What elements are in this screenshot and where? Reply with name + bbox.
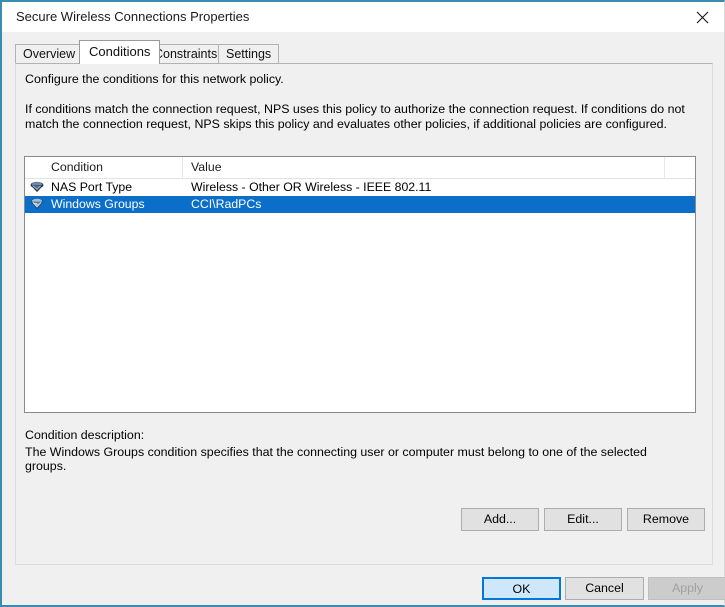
apply-button: Apply (648, 577, 725, 600)
intro-spacer (25, 87, 685, 102)
add-button[interactable]: Add... (461, 508, 539, 531)
remove-button[interactable]: Remove (627, 508, 705, 531)
window-title: Secure Wireless Connections Properties (16, 9, 250, 24)
column-header-condition[interactable]: Condition (43, 157, 183, 178)
nas-port-type-icon (29, 180, 45, 195)
properties-dialog: Secure Wireless Connections Properties O… (0, 0, 725, 607)
cell-condition: NAS Port Type (51, 180, 133, 194)
tab-strip: Overview Conditions Constraints Settings (15, 40, 715, 64)
edit-button[interactable]: Edit... (544, 508, 622, 531)
cell-condition: Windows Groups (51, 197, 145, 211)
cell-value: CCI\RadPCs (191, 197, 262, 211)
intro-text-block: Configure the conditions for this networ… (25, 72, 685, 132)
table-row[interactable]: NAS Port Type Wireless - Other OR Wirele… (25, 179, 695, 196)
column-header-filler (665, 157, 695, 178)
condition-description-label: Condition description: (25, 428, 145, 442)
condition-description-text: The Windows Groups condition specifies t… (25, 445, 647, 473)
intro-line-2: If conditions match the connection reque… (25, 102, 685, 131)
cancel-button[interactable]: Cancel (565, 577, 644, 600)
ok-button[interactable]: OK (482, 577, 561, 600)
tab-settings[interactable]: Settings (218, 44, 280, 63)
tab-overview[interactable]: Overview (15, 44, 84, 63)
table-row[interactable]: Windows Groups CCI\RadPCs (25, 196, 695, 213)
column-header-value[interactable]: Value (183, 157, 665, 178)
cell-value: Wireless - Other OR Wireless - IEEE 802.… (191, 180, 432, 194)
conditions-tab-panel: Configure the conditions for this networ… (15, 63, 713, 565)
conditions-list[interactable]: Condition Value NAS Port Type Wireless -… (24, 156, 696, 413)
intro-line-1: Configure the conditions for this networ… (25, 72, 284, 86)
list-header: Condition Value (25, 157, 695, 179)
tab-conditions[interactable]: Conditions (79, 40, 161, 64)
close-icon[interactable] (680, 2, 724, 32)
windows-groups-icon (29, 197, 45, 212)
title-bar: Secure Wireless Connections Properties (2, 2, 724, 32)
